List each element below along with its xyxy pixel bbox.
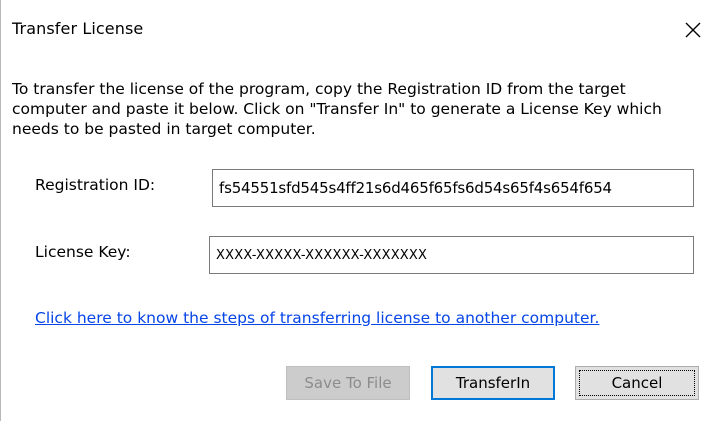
close-button[interactable] [675,12,711,48]
close-icon [685,22,701,38]
instructions-text: To transfer the license of the program, … [12,80,662,138]
transfer-in-button[interactable]: TransferIn [431,366,555,400]
cancel-button-label: Cancel [611,374,663,392]
title-bar: Transfer License [1,0,714,62]
cancel-button[interactable]: Cancel [575,366,699,400]
save-to-file-button[interactable]: Save To File [286,366,410,400]
transfer-help-link[interactable]: Click here to know the steps of transfer… [35,309,599,327]
license-key-label: License Key: [35,243,131,261]
registration-id-label: Registration ID: [35,176,156,194]
registration-id-input[interactable] [212,169,694,207]
transfer-license-dialog: Transfer License To transfer the license… [0,0,714,421]
license-key-input[interactable] [209,236,694,274]
dialog-title: Transfer License [12,19,144,38]
